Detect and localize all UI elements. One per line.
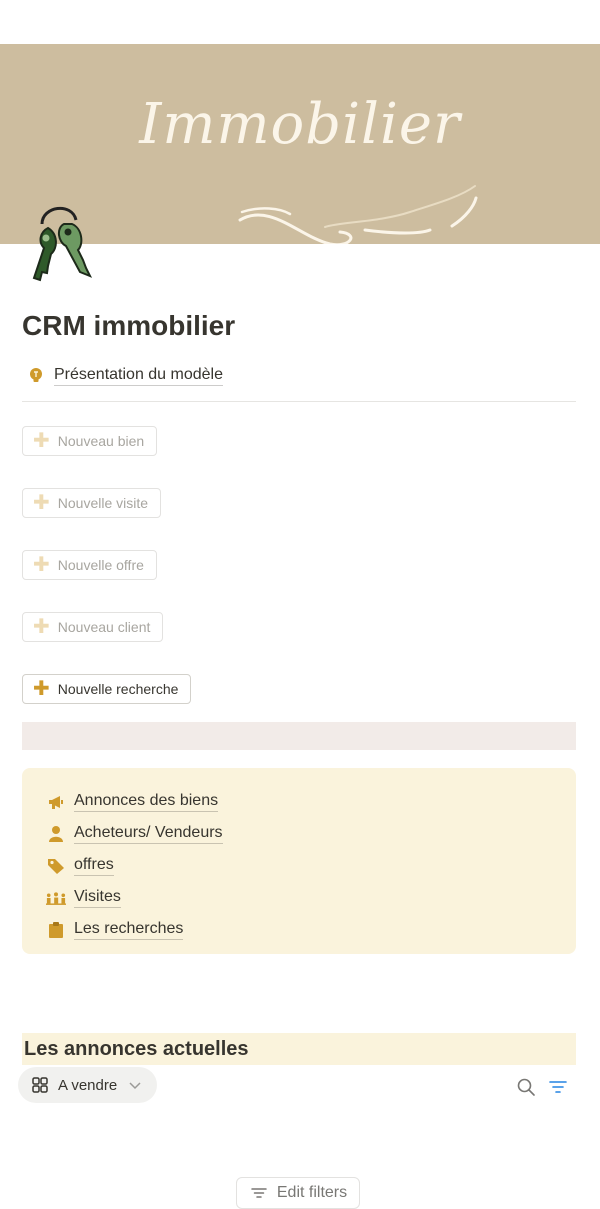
- new-search-button[interactable]: ✚ Nouvelle recherche: [22, 674, 192, 704]
- nav-link-label: offres: [74, 856, 114, 876]
- button-label: Nouveau bien: [57, 433, 145, 449]
- new-property-button[interactable]: ✚ Nouveau bien: [22, 426, 158, 456]
- section-title: Les annonces actuelles: [22, 1033, 576, 1065]
- chevron-down-icon: [125, 1075, 145, 1095]
- plus-icon: ✚: [33, 678, 50, 700]
- nav-link-label: Visites: [74, 888, 121, 908]
- nav-link-offres[interactable]: offres: [46, 850, 576, 882]
- button-label: Nouveau client: [57, 619, 151, 635]
- nav-link-label: Acheteurs/ Vendeurs: [74, 824, 223, 844]
- megaphone-icon: [46, 792, 66, 812]
- view-tab-a-vendre[interactable]: A vendre: [18, 1067, 158, 1103]
- filter-icon: [249, 1183, 269, 1203]
- edit-filters-label: Edit filters: [276, 1184, 348, 1201]
- person-icon: [46, 824, 66, 844]
- nav-link-annonces[interactable]: Annonces des biens: [46, 786, 576, 818]
- clipboard-icon: [46, 920, 66, 940]
- page-title: CRM immobilier: [22, 310, 236, 341]
- search-icon[interactable]: [516, 1077, 536, 1102]
- nav-link-visites[interactable]: Visites: [46, 882, 576, 914]
- nav-link-acheteurs-vendeurs[interactable]: Acheteurs/ Vendeurs: [46, 818, 576, 850]
- new-offer-button[interactable]: ✚ Nouvelle offre: [22, 550, 157, 580]
- nav-link-label: Les recherches: [74, 920, 184, 940]
- plus-icon: ✚: [33, 430, 50, 452]
- edit-filters-button[interactable]: Edit filters: [236, 1177, 360, 1209]
- presentation-link[interactable]: Présentation du modèle: [26, 366, 223, 386]
- presentation-link-label: Présentation du modèle: [54, 366, 223, 386]
- people-icon: [46, 888, 66, 908]
- view-tab-label: A vendre: [58, 1076, 118, 1094]
- decorative-swirl: [238, 185, 478, 244]
- plus-icon: ✚: [33, 492, 50, 514]
- tag-icon: [46, 856, 66, 876]
- divider: [22, 401, 576, 402]
- button-label: Nouvelle visite: [57, 495, 149, 511]
- button-label: Nouvelle offre: [57, 557, 144, 573]
- nav-link-label: Annonces des biens: [74, 792, 219, 812]
- navigation-callout: Annonces des biens Acheteurs/ Vendeurs o…: [22, 768, 576, 954]
- plus-icon: ✚: [33, 554, 50, 576]
- plus-icon: ✚: [33, 616, 50, 638]
- keys-icon: [32, 206, 93, 282]
- button-label: Nouvelle recherche: [57, 681, 179, 697]
- gallery-icon: [30, 1075, 50, 1095]
- new-visit-button[interactable]: ✚ Nouvelle visite: [22, 488, 162, 518]
- cover-title: Immobilier: [139, 92, 461, 157]
- lightbulb-icon: [26, 366, 46, 386]
- filter-icon[interactable]: [548, 1077, 568, 1102]
- empty-highlight-block: [22, 722, 576, 750]
- nav-link-recherches[interactable]: Les recherches: [46, 914, 576, 946]
- new-client-button[interactable]: ✚ Nouveau client: [22, 612, 164, 642]
